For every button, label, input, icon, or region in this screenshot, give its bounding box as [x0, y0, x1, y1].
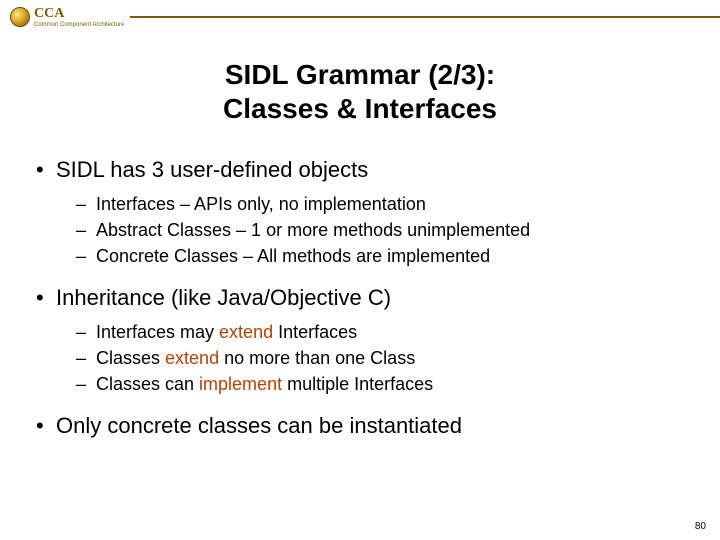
slide-body: SIDL has 3 user-defined objects Interfac… [0, 155, 720, 441]
logo-text-block: CCA Common Component Architecture [34, 7, 124, 28]
logo-subtitle: Common Component Architecture [34, 22, 124, 28]
bullet-text: Inheritance (like Java/Objective C) [56, 285, 391, 310]
keyword: extend [219, 322, 273, 342]
keyword: extend [165, 348, 219, 368]
sub-bullet-list: Interfaces may extend Interfaces Classes… [56, 319, 690, 397]
cca-logo-icon [10, 7, 30, 27]
title-line-2: Classes & Interfaces [223, 93, 497, 124]
bullet-text: Only concrete classes can be instantiate… [56, 413, 462, 438]
keyword: implement [199, 374, 282, 394]
sub-bullet-item: Interfaces – APIs only, no implementatio… [56, 191, 690, 217]
sub-bullet-list: Interfaces – APIs only, no implementatio… [56, 191, 690, 269]
bullet-item: Only concrete classes can be instantiate… [30, 411, 690, 441]
logo-acronym: CCA [34, 7, 124, 21]
bullet-list: SIDL has 3 user-defined objects Interfac… [30, 155, 690, 441]
slide-header: CCA Common Component Architecture [0, 0, 720, 30]
header-rule [130, 16, 720, 18]
bullet-item: Inheritance (like Java/Objective C) Inte… [30, 283, 690, 397]
sub-bullet-item: Classes can implement multiple Interface… [56, 371, 690, 397]
slide-title: SIDL Grammar (2/3): Classes & Interfaces [0, 58, 720, 125]
sub-bullet-item: Interfaces may extend Interfaces [56, 319, 690, 345]
page-number: 80 [695, 521, 706, 532]
bullet-item: SIDL has 3 user-defined objects Interfac… [30, 155, 690, 269]
title-line-1: SIDL Grammar (2/3): [225, 59, 495, 90]
sub-bullet-item: Abstract Classes – 1 or more methods uni… [56, 217, 690, 243]
sub-bullet-item: Concrete Classes – All methods are imple… [56, 243, 690, 269]
bullet-text: SIDL has 3 user-defined objects [56, 157, 368, 182]
sub-bullet-item: Classes extend no more than one Class [56, 345, 690, 371]
